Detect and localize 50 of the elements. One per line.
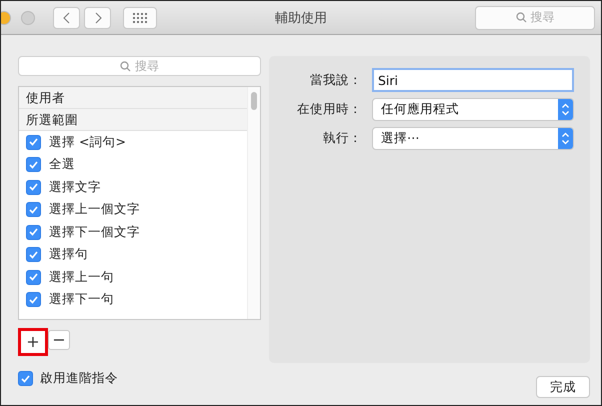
grid-icon <box>133 12 147 22</box>
checkbox-label[interactable]: 啟用進階指令 <box>40 370 118 387</box>
checkbox[interactable] <box>26 292 41 308</box>
remove-button[interactable]: − <box>48 330 70 350</box>
up-down-arrows-icon <box>558 128 573 149</box>
up-down-arrows-icon <box>558 99 573 120</box>
checkmark-icon <box>29 228 38 236</box>
window-title: 輔助使用 <box>275 10 327 26</box>
checkmark-icon <box>29 183 38 192</box>
done-button[interactable]: 完成 <box>536 376 590 398</box>
checkbox[interactable] <box>26 202 41 218</box>
back-button[interactable] <box>53 6 80 28</box>
command-label[interactable]: 選擇 <詞句> <box>49 134 126 151</box>
add-button[interactable]: + <box>18 328 48 356</box>
field-label: 在使用時： <box>296 101 362 118</box>
checkmark-icon <box>21 374 30 382</box>
checkbox[interactable] <box>26 270 41 285</box>
command-label[interactable]: 選擇上一個文字 <box>49 201 140 218</box>
checkmark-icon <box>29 296 38 304</box>
scrollbar-thumb[interactable] <box>251 92 257 110</box>
field-label: 當我說： <box>309 72 362 88</box>
command-label[interactable]: 選擇下一句 <box>49 291 114 308</box>
field-label: 執行： <box>322 130 362 147</box>
checkmark-icon <box>29 138 38 146</box>
popup-menu[interactable]: 任何應用程式 <box>372 98 574 121</box>
checkbox[interactable] <box>26 180 41 195</box>
checkmark-icon <box>29 206 38 214</box>
search-icon <box>516 12 526 23</box>
checkbox[interactable] <box>26 247 41 262</box>
grid-button[interactable] <box>123 6 157 28</box>
checkbox[interactable] <box>26 134 41 150</box>
checkmark-icon <box>29 160 38 169</box>
command-label[interactable]: 全選 <box>49 156 75 174</box>
checkbox[interactable] <box>18 371 33 386</box>
command-label[interactable]: 選擇下一個文字 <box>49 224 140 241</box>
group-header[interactable]: 所選範圍 <box>19 109 247 131</box>
popup-menu[interactable]: 選擇⋯ <box>372 127 574 150</box>
command-label[interactable]: 選擇句 <box>49 246 88 264</box>
forward-button[interactable] <box>84 6 111 28</box>
phrase-field[interactable]: Siri <box>372 68 574 92</box>
command-label[interactable]: 選擇上一句 <box>49 268 114 286</box>
checkbox[interactable] <box>26 157 41 172</box>
chevron-right-icon <box>94 12 102 24</box>
checkbox[interactable] <box>26 224 41 240</box>
search-icon <box>120 60 131 72</box>
chevron-left-icon <box>62 12 70 24</box>
command-label[interactable]: 選擇文字 <box>49 178 101 196</box>
checkmark-icon <box>29 273 38 282</box>
group-header[interactable]: 使用者 <box>19 87 247 109</box>
checkmark-icon <box>29 250 38 259</box>
